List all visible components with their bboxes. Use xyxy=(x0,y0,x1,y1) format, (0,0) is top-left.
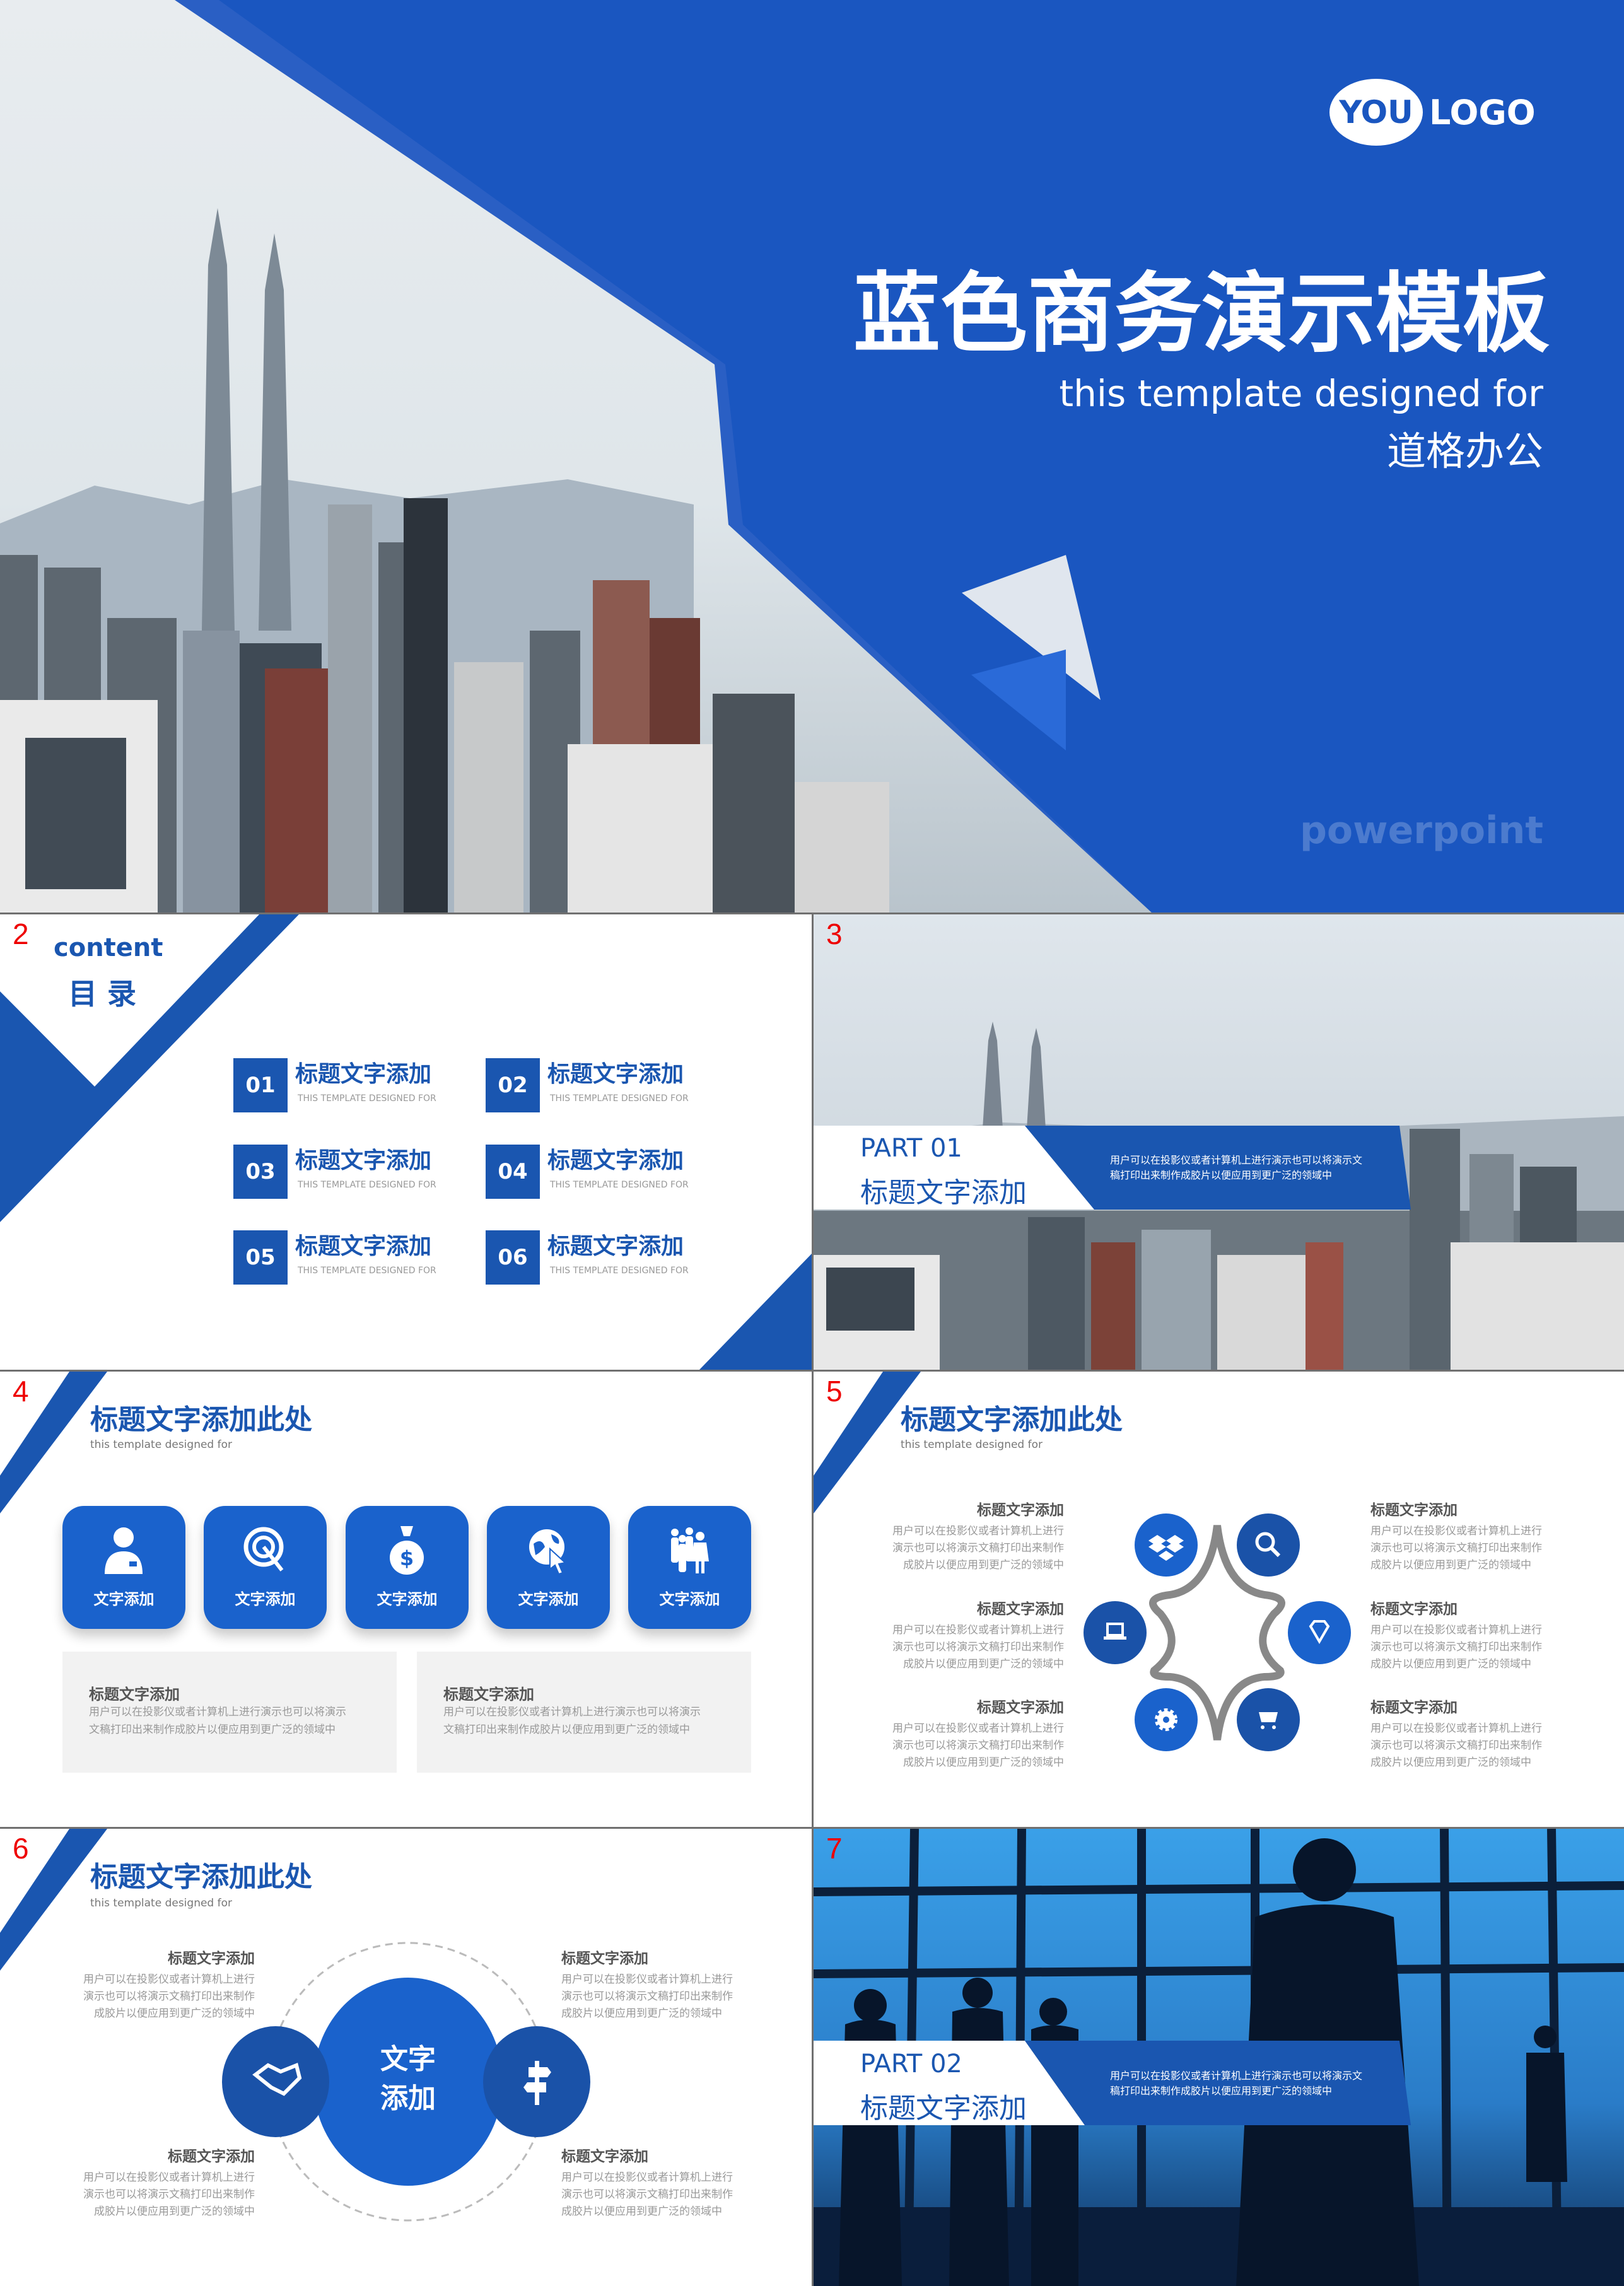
slide-number: 6 xyxy=(13,1832,29,1865)
feature-card[interactable]: $ 文字添加 xyxy=(346,1506,469,1629)
cart-icon xyxy=(1237,1688,1300,1751)
money-bag-icon: $ xyxy=(390,1526,424,1575)
item-number: 05 xyxy=(233,1230,288,1285)
item-number: 02 xyxy=(486,1058,540,1112)
text-block: 标题文字添加 用户可以在投影仪或者计算机上进行 演示也可以将演示文稿打印出来制作 … xyxy=(1370,1502,1542,1572)
text-block: 标题文字添加 用户可以在投影仪或者计算机上进行 演示也可以将演示文稿打印出来制作 … xyxy=(83,1951,255,2020)
logo-text: LOGO xyxy=(1429,92,1536,132)
slide-7-part-02[interactable]: 7 PART 02 标题文字添加 用户可以在投影仪或者计算机上进行演示也可以将演… xyxy=(814,1829,1624,2286)
part-description: 用户可以在投影仪或者计算机上进行演示也可以将演示文 稿打印出来制作成胶片以便应用… xyxy=(1110,1154,1363,1181)
card-label: 文字添加 xyxy=(518,1590,579,1608)
item-title: 标题文字添加 xyxy=(295,1233,432,1259)
signpost-icon xyxy=(483,2026,590,2137)
part-title: 标题文字添加 xyxy=(860,1177,1027,1209)
feature-card[interactable]: 文字添加 xyxy=(487,1506,610,1629)
item-subtitle: THIS TEMPLATE DESIGNED FOR xyxy=(298,1266,436,1276)
item-title: 标题文字添加 xyxy=(295,1148,432,1174)
slide-3-part-01[interactable]: 3 PART 01 标题文字添加 用户可以在投影仪或者计算机上进行演示也可以将演… xyxy=(814,914,1624,1370)
handshake-icon xyxy=(222,2026,329,2137)
slide-4-icon-cards[interactable]: 4 标题文字添加此处 this template designed for 文字… xyxy=(0,1372,812,1827)
businessman-icon xyxy=(105,1527,143,1574)
card-label: 文字添加 xyxy=(93,1590,155,1608)
globe-cursor-icon xyxy=(529,1529,567,1575)
text-block: 标题文字添加 用户可以在投影仪或者计算机上进行 演示也可以将演示文稿打印出来制作 … xyxy=(1370,1700,1542,1769)
slide-number: 3 xyxy=(826,918,843,950)
contents-label-en: content xyxy=(54,933,163,962)
box-heading: 标题文字添加 xyxy=(89,1686,180,1703)
item-number: 03 xyxy=(233,1145,288,1199)
cover-subtitle-en: this template designed for xyxy=(1059,372,1543,415)
text-box: 标题文字添加用户可以在投影仪或者计算机上进行演示也可以将演示 文稿打印出来制作成… xyxy=(62,1652,397,1773)
cover-title: 蓝色商务演示模板 xyxy=(853,263,1550,364)
target-icon xyxy=(243,1527,284,1572)
text-block: 标题文字添加 用户可以在投影仪或者计算机上进行 演示也可以将演示文稿打印出来制作 … xyxy=(892,1700,1064,1769)
slide-number: 7 xyxy=(826,1832,843,1865)
people-group-icon xyxy=(671,1527,709,1573)
item-subtitle: THIS TEMPLATE DESIGNED FOR xyxy=(550,1266,689,1276)
slide-title: 标题文字添加此处 xyxy=(901,1404,1123,1436)
card-label: 文字添加 xyxy=(235,1590,296,1608)
part-label: PART 01 xyxy=(860,1134,962,1163)
feature-card[interactable]: 文字添加 xyxy=(62,1506,185,1629)
item-number: 04 xyxy=(486,1145,540,1199)
text-block: 标题文字添加 用户可以在投影仪或者计算机上进行 演示也可以将演示文稿打印出来制作 … xyxy=(561,2149,733,2218)
slide-subtitle: this template designed for xyxy=(90,1438,232,1451)
box-body: 用户可以在投影仪或者计算机上进行演示也可以将演示 文稿打印出来制作成胶片以便应用… xyxy=(443,1706,701,1736)
card-label: 文字添加 xyxy=(659,1590,720,1608)
gear-icon xyxy=(1135,1688,1198,1751)
center-label: 文字 添加 xyxy=(380,2043,436,2114)
text-block: 标题文字添加 用户可以在投影仪或者计算机上进行 演示也可以将演示文稿打印出来制作 … xyxy=(1370,1601,1542,1671)
slide-5-hexagon-diagram[interactable]: 5 标题文字添加此处 this template designed for 标题… xyxy=(814,1372,1624,1827)
feature-card[interactable]: 文字添加 xyxy=(204,1506,327,1629)
part-title: 标题文字添加 xyxy=(860,2092,1027,2125)
logo-badge: YOU xyxy=(1329,79,1423,146)
slide-1-cover[interactable]: YOU LOGO 蓝色商务演示模板 this template designed… xyxy=(0,0,1624,913)
box-heading: 标题文字添加 xyxy=(443,1686,534,1703)
text-block: 标题文字添加 用户可以在投影仪或者计算机上进行 演示也可以将演示文稿打印出来制作 … xyxy=(83,2149,255,2218)
slide-number: 2 xyxy=(13,918,29,950)
slide-6-circle-diagram[interactable]: 6 标题文字添加此处 this template designed for 文字… xyxy=(0,1829,812,2286)
dropbox-icon xyxy=(1135,1513,1198,1577)
slide-number: 5 xyxy=(826,1375,843,1408)
slide-2-contents[interactable]: 2 content 目 录 01 标题文字添加 THIS TEMPLATE DESI… xyxy=(0,914,812,1370)
feature-card[interactable]: 文字添加 xyxy=(628,1506,751,1629)
slide-subtitle: this template designed for xyxy=(901,1438,1043,1451)
laptop-icon xyxy=(1084,1601,1147,1664)
item-title: 标题文字添加 xyxy=(547,1061,684,1087)
item-subtitle: THIS TEMPLATE DESIGNED FOR xyxy=(550,1093,689,1104)
hexagon-diagram xyxy=(1084,1513,1351,1751)
slide-title: 标题文字添加此处 xyxy=(90,1404,312,1436)
text-box: 标题文字添加用户可以在投影仪或者计算机上进行演示也可以将演示 文稿打印出来制作成… xyxy=(417,1652,751,1773)
logo: YOU LOGO xyxy=(1329,79,1536,146)
diamond-icon xyxy=(1288,1601,1351,1664)
contents-label-cn: 目 录 xyxy=(68,977,137,1011)
item-title: 标题文字添加 xyxy=(547,1233,684,1259)
item-subtitle: THIS TEMPLATE DESIGNED FOR xyxy=(298,1093,436,1104)
item-subtitle: THIS TEMPLATE DESIGNED FOR xyxy=(298,1180,436,1190)
text-block: 标题文字添加 用户可以在投影仪或者计算机上进行 演示也可以将演示文稿打印出来制作 … xyxy=(892,1502,1064,1572)
slide-number: 4 xyxy=(13,1375,29,1408)
card-label: 文字添加 xyxy=(377,1590,438,1608)
item-title: 标题文字添加 xyxy=(547,1148,684,1174)
box-body: 用户可以在投影仪或者计算机上进行演示也可以将演示 文稿打印出来制作成胶片以便应用… xyxy=(89,1706,346,1736)
item-number: 01 xyxy=(233,1058,288,1112)
part-description: 用户可以在投影仪或者计算机上进行演示也可以将演示文 稿打印出来制作成胶片以便应用… xyxy=(1110,2070,1363,2097)
item-subtitle: THIS TEMPLATE DESIGNED FOR xyxy=(550,1180,689,1190)
item-title: 标题文字添加 xyxy=(295,1061,432,1087)
search-icon xyxy=(1237,1513,1300,1577)
cover-watermark: powerpoint xyxy=(1299,808,1543,853)
part-label: PART 02 xyxy=(860,2050,962,2079)
cover-subtitle-cn: 道格办公 xyxy=(1386,428,1543,474)
item-number: 06 xyxy=(486,1230,540,1285)
svg-text:$: $ xyxy=(400,1546,414,1570)
text-block: 标题文字添加 用户可以在投影仪或者计算机上进行 演示也可以将演示文稿打印出来制作 … xyxy=(561,1951,733,2020)
text-block: 标题文字添加 用户可以在投影仪或者计算机上进行 演示也可以将演示文稿打印出来制作 … xyxy=(892,1601,1064,1671)
